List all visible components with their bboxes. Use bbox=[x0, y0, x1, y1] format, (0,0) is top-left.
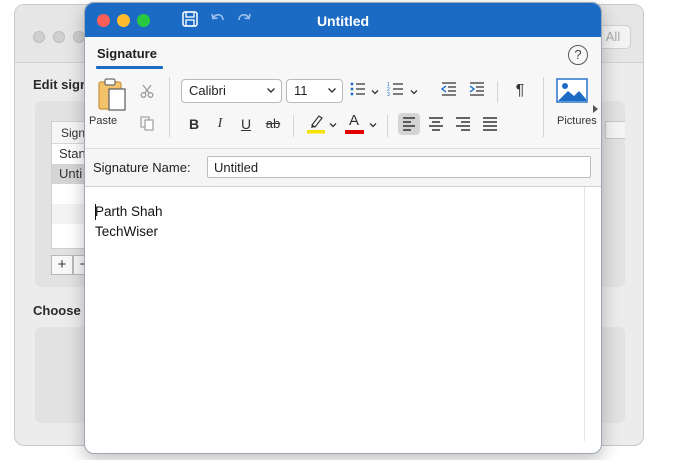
window-title: Untitled bbox=[316, 13, 370, 29]
undo-icon[interactable] bbox=[209, 10, 229, 30]
paste-label: Paste bbox=[89, 115, 118, 127]
signature-editor-window: Untitled Signature ? Paste Calibri 11 1 … bbox=[84, 2, 602, 454]
signature-line-name[interactable]: Parth Shah bbox=[95, 204, 163, 219]
highlight-chevron-icon[interactable] bbox=[329, 121, 337, 129]
minimize-button[interactable] bbox=[117, 14, 130, 27]
ribbon-divider bbox=[293, 115, 294, 137]
decrease-indent-icon[interactable] bbox=[438, 80, 460, 102]
numbering-icon[interactable]: 123 bbox=[385, 80, 407, 102]
font-name-value: Calibri bbox=[189, 83, 226, 98]
signature-name-row: Signature Name: bbox=[85, 149, 601, 187]
ribbon-divider bbox=[169, 77, 170, 137]
pictures-label: Pictures bbox=[557, 115, 597, 127]
align-right-icon[interactable] bbox=[452, 113, 474, 135]
choose-default-heading: Choose bbox=[33, 303, 81, 318]
signature-name-label: Signature Name: bbox=[93, 160, 191, 175]
svg-text:3: 3 bbox=[387, 92, 390, 98]
align-center-icon[interactable] bbox=[425, 113, 447, 135]
strikethrough-button[interactable]: ab bbox=[262, 113, 284, 135]
ribbon-more-icon[interactable] bbox=[591, 104, 599, 114]
ribbon-divider bbox=[543, 77, 544, 137]
chevron-down-icon bbox=[328, 88, 336, 93]
preferences-right-control[interactable] bbox=[605, 121, 625, 139]
bold-button[interactable]: B bbox=[183, 113, 205, 135]
add-signature-button[interactable]: + bbox=[51, 255, 73, 275]
align-left-icon[interactable] bbox=[398, 113, 420, 135]
font-color-icon[interactable]: A bbox=[344, 111, 366, 134]
ribbon-divider bbox=[497, 81, 498, 103]
zoom-button[interactable] bbox=[137, 14, 150, 27]
chevron-down-icon bbox=[267, 88, 275, 93]
tab-signature[interactable]: Signature bbox=[97, 46, 157, 61]
help-icon[interactable]: ? bbox=[568, 45, 588, 65]
font-color-swatch bbox=[345, 130, 364, 134]
highlight-icon[interactable] bbox=[305, 112, 327, 134]
justify-icon[interactable] bbox=[479, 113, 501, 135]
numbering-chevron-icon[interactable] bbox=[410, 88, 418, 96]
bullets-icon[interactable] bbox=[347, 80, 369, 102]
clipboard-icon bbox=[98, 78, 126, 111]
pilcrow-icon[interactable]: ¶ bbox=[509, 80, 531, 102]
redo-icon[interactable] bbox=[235, 10, 255, 30]
ribbon: Signature ? Paste Calibri 11 1 2 3 ¶ B I… bbox=[85, 37, 601, 149]
editor-titlebar: Untitled bbox=[85, 3, 601, 37]
increase-indent-icon[interactable] bbox=[466, 80, 488, 102]
cut-icon[interactable] bbox=[136, 83, 158, 105]
signature-name-input[interactable] bbox=[207, 156, 591, 178]
edit-signature-heading: Edit sign bbox=[33, 77, 88, 92]
underline-button[interactable]: U bbox=[235, 113, 257, 135]
picture-icon bbox=[556, 78, 588, 103]
signature-editor[interactable]: Parth Shah TechWiser bbox=[85, 187, 601, 441]
copy-icon[interactable] bbox=[136, 115, 158, 137]
font-color-letter: A bbox=[349, 112, 360, 129]
font-color-chevron-icon[interactable] bbox=[369, 121, 377, 129]
font-size-value: 11 bbox=[294, 83, 308, 98]
ribbon-divider bbox=[387, 115, 388, 137]
signature-line-company[interactable]: TechWiser bbox=[95, 224, 158, 239]
bullets-chevron-icon[interactable] bbox=[371, 88, 379, 96]
italic-button[interactable]: I bbox=[209, 113, 231, 135]
editor-scroll-track[interactable] bbox=[584, 187, 585, 441]
close-button[interactable] bbox=[97, 14, 110, 27]
font-name-select[interactable]: Calibri bbox=[181, 79, 282, 103]
save-icon[interactable] bbox=[181, 10, 201, 30]
active-tab-indicator bbox=[96, 66, 163, 69]
font-size-select[interactable]: 11 bbox=[286, 79, 343, 103]
close-light-inactive[interactable] bbox=[33, 31, 45, 43]
minimize-light-inactive[interactable] bbox=[53, 31, 65, 43]
